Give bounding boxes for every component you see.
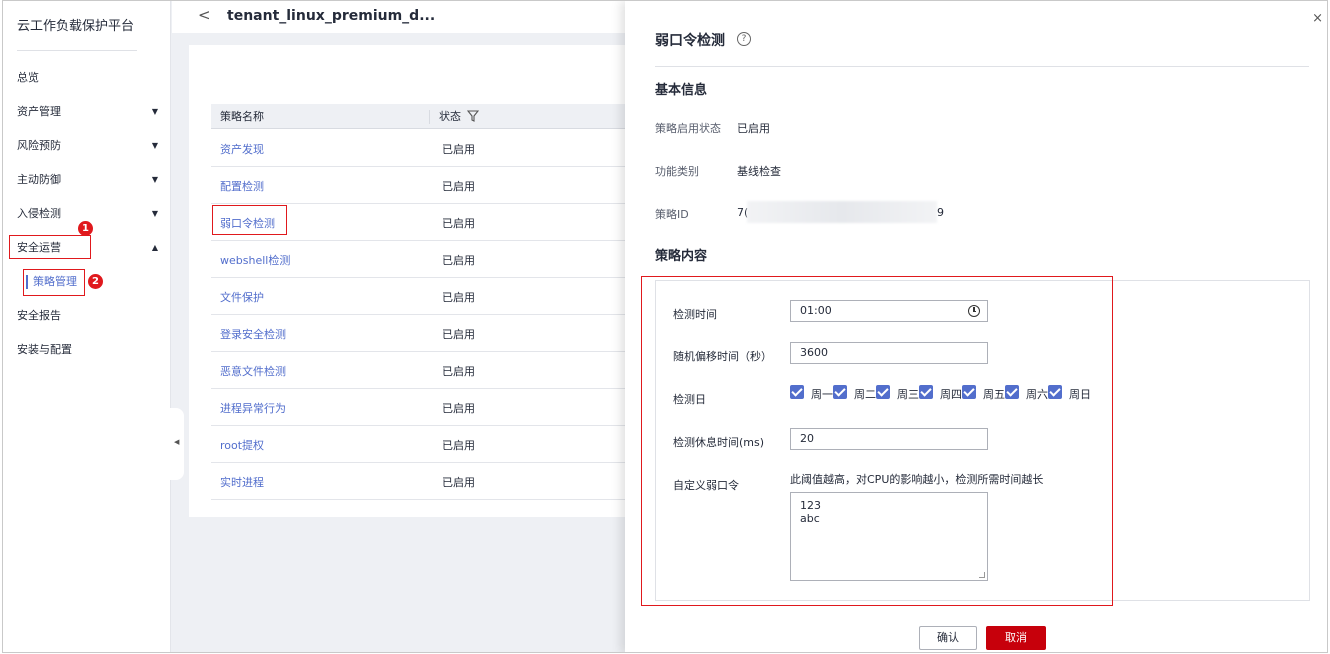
sidebar-collapse-toggle[interactable]: ◀ — [170, 408, 184, 480]
policy-name-link[interactable]: 恶意文件检测 — [220, 363, 286, 379]
section-title-policy-content: 策略内容 — [655, 249, 708, 264]
policy-name-link[interactable]: root提权 — [220, 437, 264, 453]
policy-id-value-end: 9 — [937, 206, 944, 219]
chevron-down-icon: ▼ — [151, 107, 158, 116]
status-label: 策略启用状态 — [655, 122, 721, 135]
policy-id-redaction — [747, 201, 937, 223]
policy-status: 已启用 — [442, 217, 475, 230]
step-badge-1: 1 — [78, 221, 93, 236]
policy-name-link[interactable]: 进程异常行为 — [220, 400, 286, 416]
highlight-box-step-2 — [23, 269, 85, 296]
table-row: 进程异常行为 已启用 — [211, 389, 631, 426]
highlight-box-weak-password-row — [212, 205, 287, 235]
sidebar-item-risk-prevention[interactable]: 风险预防 ▼ — [17, 136, 162, 156]
sidebar-item-label: 入侵检测 — [17, 207, 61, 220]
policy-name-link[interactable]: 文件保护 — [220, 289, 264, 305]
policy-name-link[interactable]: 实时进程 — [220, 474, 264, 490]
column-divider — [429, 110, 430, 124]
column-header-status: 状态 — [439, 110, 461, 123]
policy-table-card: 策略名称 状态 资产发现 已启用 配置检测 已启用 弱口令检测 已启用 webshell检测… — [189, 45, 639, 517]
table-row: 资产发现 已启用 — [211, 130, 631, 167]
policy-name-link[interactable]: webshell检测 — [220, 252, 290, 268]
sidebar-item-install-config[interactable]: 安装与配置 — [17, 340, 162, 360]
drawer-title: 弱口令检测 — [655, 33, 725, 49]
policy-status: 已启用 — [442, 180, 475, 193]
cancel-button[interactable]: 取消 — [986, 626, 1046, 650]
policy-status: 已启用 — [442, 254, 475, 267]
filter-icon[interactable] — [467, 110, 479, 122]
close-icon[interactable]: × — [1312, 11, 1323, 26]
page-header: < tenant_linux_premium_d... — [172, 1, 632, 33]
chevron-down-icon: ▼ — [151, 141, 158, 150]
policy-status: 已启用 — [442, 143, 475, 156]
policy-status: 已启用 — [442, 439, 475, 452]
policy-status: 已启用 — [442, 328, 475, 341]
chevron-left-icon: ◀ — [174, 438, 180, 446]
policy-name-link[interactable]: 配置检测 — [220, 178, 264, 194]
drawer-divider — [655, 66, 1309, 67]
table-row: 实时进程 已启用 — [211, 463, 631, 500]
sidebar-item-active-defense[interactable]: 主动防御 ▼ — [17, 170, 162, 190]
table-row: 登录安全检测 已启用 — [211, 315, 631, 352]
policy-name-link[interactable]: 资产发现 — [220, 141, 264, 157]
table-header: 策略名称 状态 — [211, 104, 631, 129]
type-value: 基线检查 — [737, 165, 781, 178]
sidebar-item-label: 安全报告 — [17, 309, 61, 322]
highlight-box-step-1 — [9, 235, 91, 259]
table-row: 配置检测 已启用 — [211, 167, 631, 204]
sidebar-divider — [17, 50, 137, 51]
chevron-up-icon: ▲ — [151, 243, 158, 252]
policy-status: 已启用 — [442, 365, 475, 378]
app-frame: 云工作负载保护平台 总览 资产管理 ▼ 风险预防 ▼ 主动防御 ▼ 入侵检测 ▼ 安全运… — [2, 0, 1328, 653]
page-title: tenant_linux_premium_d... — [227, 8, 436, 24]
sidebar-item-label: 风险预防 — [17, 139, 61, 152]
column-header-policy-name: 策略名称 — [220, 110, 264, 123]
table-row: 恶意文件检测 已启用 — [211, 352, 631, 389]
type-label: 功能类别 — [655, 165, 699, 178]
policy-status: 已启用 — [442, 402, 475, 415]
sidebar-item-label: 资产管理 — [17, 105, 61, 118]
sidebar-item-overview[interactable]: 总览 — [17, 68, 162, 88]
sidebar-item-label: 主动防御 — [17, 173, 61, 186]
confirm-button[interactable]: 确认 — [919, 626, 977, 650]
step-badge-2: 2 — [88, 274, 103, 289]
status-value: 已启用 — [737, 122, 770, 135]
table-row: webshell检测 已启用 — [211, 241, 631, 278]
policy-detail-drawer: × 弱口令检测 ? 基本信息 策略启用状态 已启用 功能类别 基线检查 策略ID… — [625, 1, 1327, 652]
policy-id-label: 策略ID — [655, 208, 689, 221]
highlight-box-policy-content — [641, 276, 1113, 606]
sidebar-item-label: 安装与配置 — [17, 343, 72, 356]
help-icon[interactable]: ? — [737, 32, 751, 46]
sidebar-item-label: 总览 — [17, 71, 39, 84]
chevron-down-icon: ▼ — [151, 175, 158, 184]
table-row: root提权 已启用 — [211, 426, 631, 463]
back-arrow-icon[interactable]: < — [198, 6, 211, 24]
sidebar-item-intrusion-detection[interactable]: 入侵检测 ▼ — [17, 204, 162, 224]
policy-status: 已启用 — [442, 476, 475, 489]
sidebar: 云工作负载保护平台 总览 资产管理 ▼ 风险预防 ▼ 主动防御 ▼ 入侵检测 ▼ 安全运… — [3, 1, 171, 652]
table-row: 文件保护 已启用 — [211, 278, 631, 315]
chevron-down-icon: ▼ — [151, 209, 158, 218]
sidebar-item-security-report[interactable]: 安全报告 — [17, 306, 162, 326]
policy-name-link[interactable]: 登录安全检测 — [220, 326, 286, 342]
section-title-basic-info: 基本信息 — [655, 83, 708, 98]
policy-status: 已启用 — [442, 291, 475, 304]
app-title: 云工作负载保护平台 — [17, 19, 135, 34]
sidebar-item-asset-management[interactable]: 资产管理 ▼ — [17, 102, 162, 122]
